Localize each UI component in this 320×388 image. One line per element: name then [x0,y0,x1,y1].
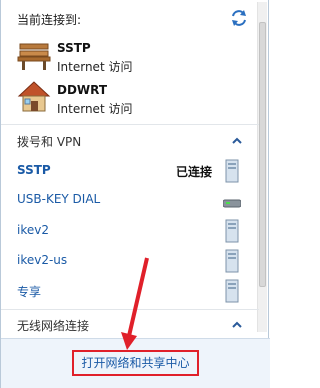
connection-access: Internet 访问 [57,60,133,74]
scrollbar-thumb[interactable] [259,22,266,287]
server-icon [225,279,239,303]
vpn-item-label: USB-KEY DIAL [17,192,101,206]
server-icon [225,159,239,183]
chevron-up-icon[interactable] [231,319,243,331]
server-icon [225,219,239,243]
network-flyout: 当前连接到: SSTP Internet 访问 DDWRT Internet 访… [0,0,270,388]
chevron-up-icon[interactable] [231,135,243,147]
bench-icon [17,43,51,70]
currently-connected-heading: 当前连接到: [17,13,82,27]
vpn-item-usb-key-dial[interactable]: USB-KEY DIAL [17,188,257,212]
vpn-item-label: ikev2-us [17,253,68,267]
divider [1,124,259,125]
house-icon [17,81,51,112]
vpn-item-ikev2[interactable]: ikev2 [17,219,257,243]
vpn-item-label: SSTP [17,163,51,177]
connected-status: 已连接 [176,165,213,179]
open-network-sharing-center-link[interactable]: 打开网络和共享中心 [72,350,199,376]
connection-name: SSTP [57,41,91,55]
section-wireless[interactable]: 无线网络连接 [17,317,89,334]
vpn-item-sstp[interactable]: SSTP 已连接 [17,159,257,183]
scrollbar[interactable] [257,2,267,332]
modem-icon [223,199,241,208]
connection-access: Internet 访问 [57,102,133,116]
connection-name: DDWRT [57,83,108,97]
refresh-icon[interactable] [230,9,248,27]
section-dialup-vpn[interactable]: 拨号和 VPN [17,133,81,150]
annotation-arrow [121,257,149,350]
server-icon [225,249,239,273]
vpn-item-label: ikev2 [17,223,49,237]
connection-sstp: SSTP Internet 访问 [17,38,257,78]
connection-ddwrt: DDWRT Internet 访问 [17,80,257,120]
vpn-item-label: 专享 [17,285,42,299]
